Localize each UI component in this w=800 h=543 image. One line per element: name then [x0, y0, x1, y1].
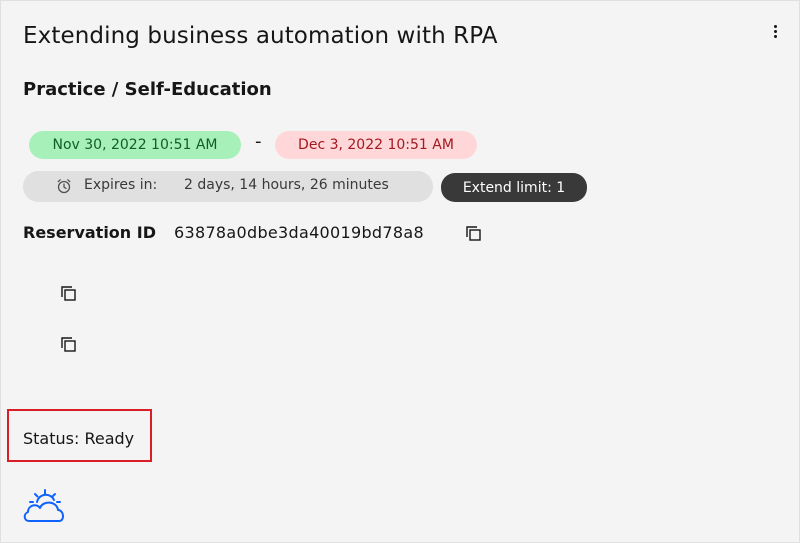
alarm-clock-icon: [57, 179, 71, 194]
expires-value: 2 days, 14 hours, 26 minutes: [184, 177, 389, 193]
reservation-id-label: Reservation ID: [23, 223, 156, 242]
start-date-tag: Nov 30, 2022 10:51 AM: [29, 131, 241, 159]
card-subtitle: Practice / Self-Education: [23, 79, 272, 100]
expires-label: Expires in:: [84, 177, 158, 193]
reservation-id-value: 63878a0dbe3da40019bd78a8: [174, 223, 424, 242]
reservation-card: Extending business automation with RPA P…: [0, 0, 800, 543]
copy-icon[interactable]: [59, 335, 79, 355]
ibm-cloud-icon: [23, 489, 64, 522]
end-date-tag: Dec 3, 2022 10:51 AM: [275, 131, 477, 159]
date-range-separator: -: [255, 131, 262, 152]
card-title: Extending business automation with RPA: [23, 23, 498, 49]
extend-limit-tag[interactable]: Extend limit: 1: [441, 173, 587, 202]
expires-tag: Expires in: 2 days, 14 hours, 26 minutes: [23, 171, 433, 202]
copy-icon[interactable]: [59, 284, 79, 304]
copy-icon[interactable]: [464, 224, 484, 244]
overflow-menu-icon[interactable]: [769, 19, 781, 43]
status-text: Status: Ready: [23, 429, 135, 448]
